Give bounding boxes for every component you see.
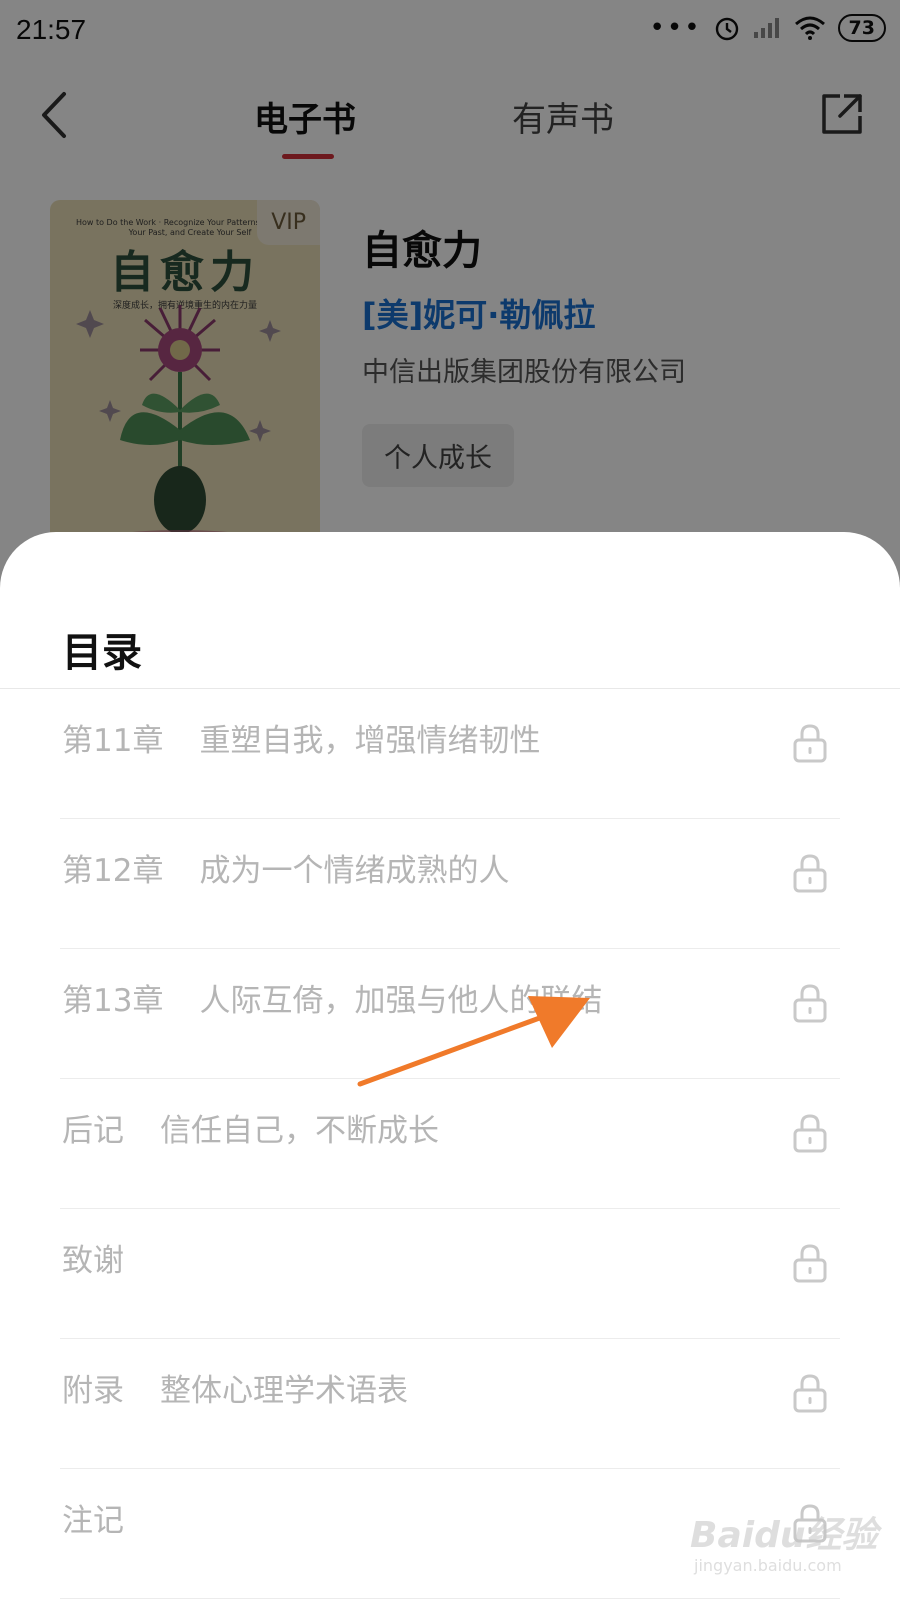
toc-chapter-number: 第11章 (62, 723, 164, 759)
toc-item-label: 致谢 (62, 1235, 160, 1280)
lock-icon (793, 1114, 827, 1153)
baidu-watermark: Baidu经验 jingyan.baidu.com (690, 1500, 880, 1590)
toc-item[interactable]: 致谢 (0, 1209, 900, 1339)
toc-chapter-number: 第13章 (62, 983, 164, 1019)
lock-icon (793, 724, 827, 763)
annotation-arrow-icon (357, 996, 590, 1087)
watermark-url: jingyan.baidu.com (694, 1556, 842, 1575)
lock-icon (793, 984, 827, 1023)
toc-item[interactable]: 附录 整体心理学术语表 (0, 1339, 900, 1469)
toc-item[interactable]: 第11章 重塑自我，增强情绪韧性 (0, 689, 900, 819)
toc-item-label: 第11章 重塑自我，增强情绪韧性 (62, 715, 540, 760)
lock-icon (793, 854, 827, 893)
toc-item-label: 第12章 成为一个情绪成熟的人 (62, 845, 509, 890)
toc-chapter-number: 后记 (62, 1113, 124, 1149)
toc-item-label: 后记 信任自己，不断成长 (62, 1105, 439, 1150)
toc-divider (60, 1598, 840, 1599)
toc-chapter-number: 注记 (62, 1503, 124, 1539)
toc-chapter-name: 信任自己，不断成长 (160, 1113, 439, 1149)
toc-chapter-number: 附录 (62, 1373, 124, 1409)
toc-title: 目录 (62, 630, 142, 676)
toc-chapter-number: 致谢 (62, 1243, 124, 1279)
lock-icon (793, 1244, 827, 1283)
toc-item-label: 附录 整体心理学术语表 (62, 1365, 408, 1410)
toc-chapter-name: 整体心理学术语表 (160, 1373, 408, 1409)
toc-item[interactable]: 第12章 成为一个情绪成熟的人 (0, 819, 900, 949)
lock-icon (793, 1374, 827, 1413)
book-detail-page: 21:57 ••• 73 电子书 有声书 How to Do the Work … (0, 0, 900, 1600)
toc-chapter-number: 第12章 (62, 853, 164, 889)
toc-item-label: 注记 (62, 1495, 160, 1540)
watermark-main-text: Baidu经验 (690, 1515, 878, 1556)
toc-list: 第11章 重塑自我，增强情绪韧性 第12章 成为一个情绪成熟的人 第13章 人际… (0, 689, 900, 1599)
toc-chapter-name: 重塑自我，增强情绪韧性 (199, 723, 541, 759)
toc-item[interactable]: 后记 信任自己，不断成长 (0, 1079, 900, 1209)
toc-chapter-name: 成为一个情绪成熟的人 (199, 853, 510, 889)
